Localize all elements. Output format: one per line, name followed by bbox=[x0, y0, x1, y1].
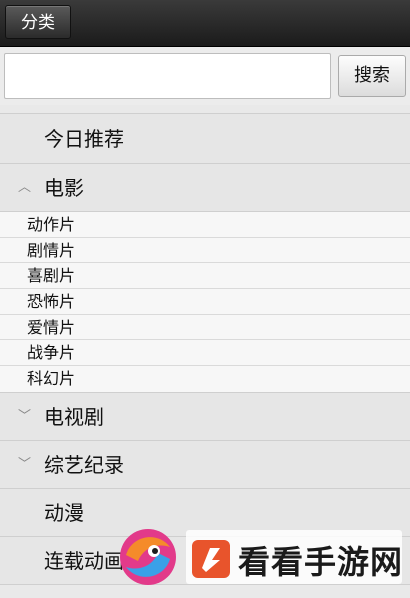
menu-item-label: 电影 bbox=[44, 176, 84, 200]
menu-item-label: 今日推荐 bbox=[44, 127, 124, 151]
chevron-down-icon: ﹀ bbox=[18, 456, 32, 472]
menu-item-label: 连载动画 bbox=[44, 548, 124, 573]
submenu-item-comedy[interactable]: 喜剧片 bbox=[0, 263, 410, 290]
category-menu: 今日推荐 ︿ 电影 动作片 剧情片 喜剧片 恐怖片 爱情片 战争片 科幻片 ﹀ … bbox=[0, 113, 410, 585]
submenu-item-horror[interactable]: 恐怖片 bbox=[0, 289, 410, 315]
watermark-brand-icon bbox=[192, 540, 230, 578]
chevron-up-icon: ︿ bbox=[18, 180, 32, 195]
search-input[interactable] bbox=[4, 53, 331, 99]
menu-item-tv[interactable]: ﹀ 电视剧 bbox=[0, 393, 410, 441]
menu-item-variety[interactable]: ﹀ 综艺纪录 bbox=[0, 441, 410, 489]
movie-subcategories: 动作片 剧情片 喜剧片 恐怖片 爱情片 战争片 科幻片 bbox=[0, 212, 410, 393]
submenu-item-war[interactable]: 战争片 bbox=[0, 340, 410, 367]
menu-item-label: 动漫 bbox=[44, 500, 84, 525]
top-bar: 分类 bbox=[0, 0, 410, 47]
search-bar: 搜索 bbox=[0, 47, 410, 105]
menu-item-label: 电视剧 bbox=[44, 404, 104, 429]
chevron-down-icon: ﹀ bbox=[18, 408, 32, 424]
watermark-logo-icon bbox=[120, 529, 176, 585]
submenu-item-drama[interactable]: 剧情片 bbox=[0, 238, 410, 264]
submenu-item-romance[interactable]: 爱情片 bbox=[0, 315, 410, 341]
submenu-item-scifi[interactable]: 科幻片 bbox=[0, 366, 410, 392]
category-button[interactable]: 分类 bbox=[5, 5, 71, 39]
search-button[interactable]: 搜索 bbox=[338, 55, 406, 97]
menu-item-today[interactable]: 今日推荐 bbox=[0, 114, 410, 164]
submenu-item-action[interactable]: 动作片 bbox=[0, 212, 410, 238]
menu-item-label: 综艺纪录 bbox=[44, 452, 124, 477]
menu-item-movies[interactable]: ︿ 电影 bbox=[0, 164, 410, 212]
watermark-text: 看看手游网 bbox=[238, 543, 404, 581]
